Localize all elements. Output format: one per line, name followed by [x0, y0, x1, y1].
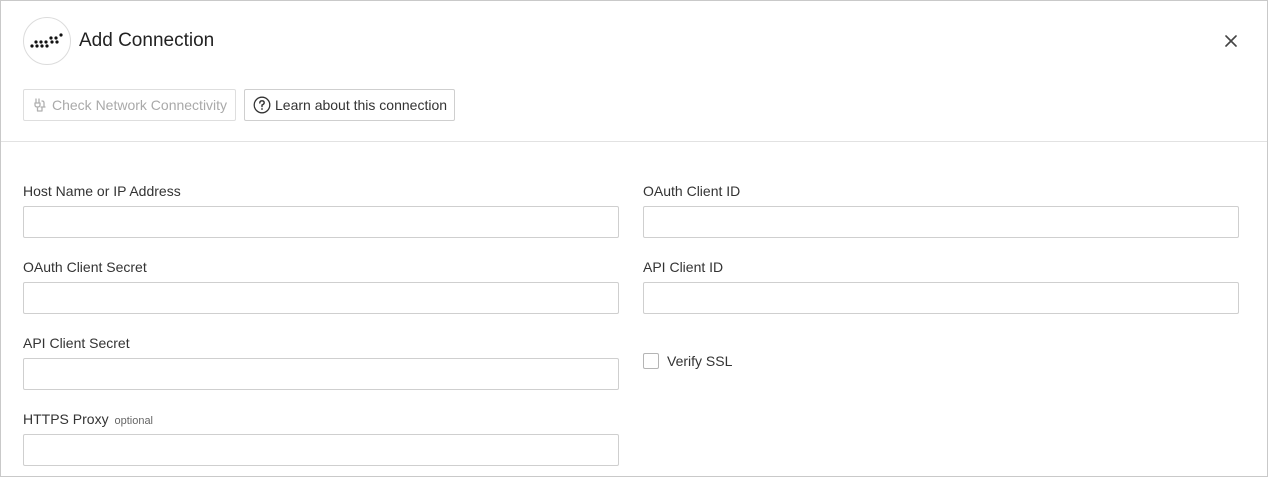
oauth-client-secret-input[interactable]	[23, 282, 619, 314]
learn-about-connection-button[interactable]: Learn about this connection	[244, 89, 455, 121]
oauth-client-id-label: OAuth Client ID	[643, 183, 741, 199]
api-client-secret-input[interactable]	[23, 358, 619, 390]
optional-tag: optional	[114, 415, 154, 427]
header-divider	[1, 141, 1267, 142]
https-proxy-label: HTTPS Proxy optional	[23, 411, 153, 429]
check-network-connectivity-button[interactable]: Check Network Connectivity	[23, 89, 236, 121]
dialog-title: Add Connection	[79, 30, 215, 51]
api-client-id-label: API Client ID	[643, 259, 724, 275]
add-connection-dialog: Add Connection Check Network Connectivit…	[0, 0, 1268, 477]
connector-logo	[23, 17, 71, 65]
oauth-client-id-input[interactable]	[643, 206, 1239, 238]
network-plug-icon	[32, 96, 48, 114]
learn-about-connection-label: Learn about this connection	[275, 97, 448, 113]
host-input[interactable]	[23, 206, 619, 238]
https-proxy-label-text: HTTPS Proxy	[23, 411, 109, 427]
api-client-id-input[interactable]	[643, 282, 1239, 314]
https-proxy-input[interactable]	[23, 434, 619, 466]
oauth-client-secret-label: OAuth Client Secret	[23, 259, 147, 275]
question-circle-icon	[253, 96, 271, 114]
dotted-wave-logo-icon	[30, 33, 63, 48]
api-client-secret-label: API Client Secret	[23, 335, 130, 351]
verify-ssl-label[interactable]: Verify SSL	[667, 353, 732, 369]
host-label: Host Name or IP Address	[23, 183, 181, 199]
close-button[interactable]	[1221, 31, 1241, 51]
close-icon	[1225, 35, 1237, 47]
verify-ssl-checkbox[interactable]	[643, 353, 659, 369]
check-network-connectivity-label: Check Network Connectivity	[52, 97, 228, 113]
